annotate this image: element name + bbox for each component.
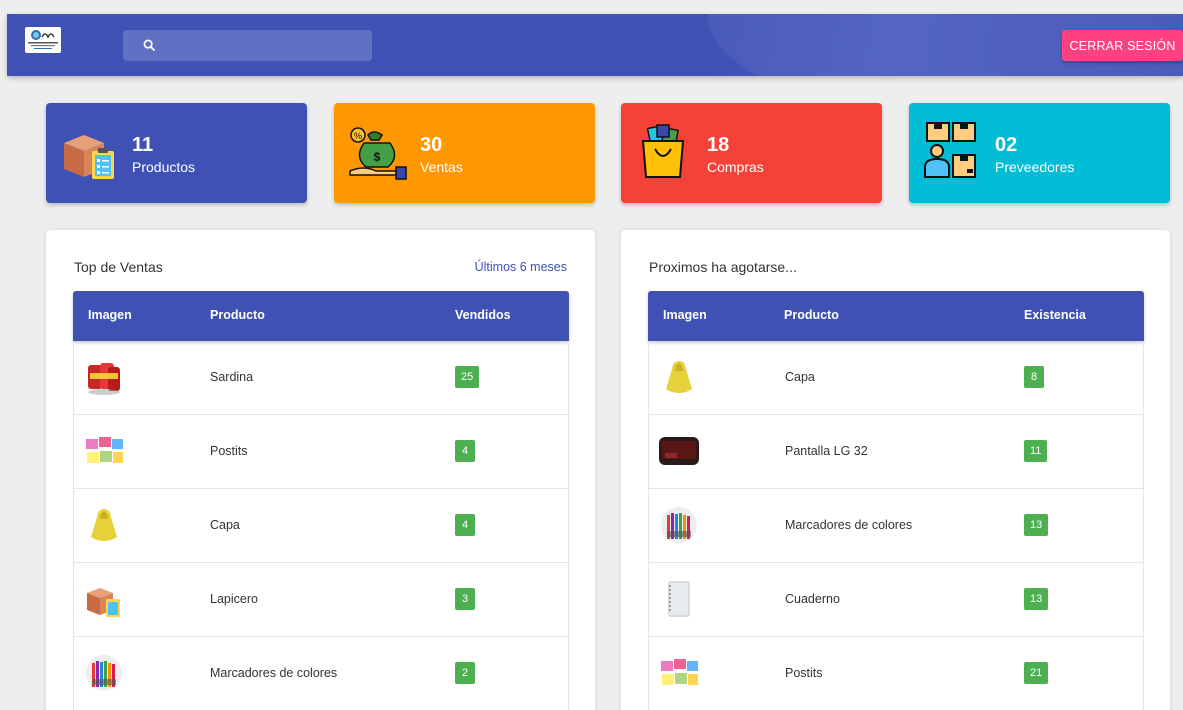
product-image (659, 653, 699, 693)
product-image (84, 357, 124, 397)
search-icon[interactable] (143, 39, 156, 52)
count-badge: 13 (1024, 514, 1049, 536)
stat-value: 30 (420, 134, 443, 156)
count-badge: 11 (1024, 440, 1048, 462)
money-bag-hand-icon: $ % (349, 127, 407, 180)
count-badge: 13 (1024, 588, 1049, 610)
table-row[interactable]: Capa 4 (73, 489, 569, 563)
product-image (659, 431, 699, 471)
product-image (659, 505, 699, 545)
product-name: Pantalla LG 32 (785, 444, 868, 458)
product-image (84, 653, 124, 693)
panel-title: Proximos ha agotarse... (649, 259, 797, 275)
supplier-boxes-icon (924, 122, 976, 178)
count-badge: 25 (455, 366, 480, 388)
column-header-stock: Existencia (1024, 308, 1086, 322)
column-header-image: Imagen (88, 308, 132, 322)
count-badge: 21 (1024, 662, 1049, 684)
table-row[interactable]: Pantalla LG 32 11 (648, 415, 1144, 489)
stat-card-compras[interactable]: 18 Compras (621, 103, 882, 203)
column-header-product: Producto (784, 308, 839, 322)
table-row[interactable]: Lapicero 3 (73, 563, 569, 637)
product-image (659, 357, 699, 397)
panel-title: Top de Ventas (74, 259, 163, 275)
table-header: Imagen Producto Vendidos (73, 291, 569, 341)
product-name: Postits (210, 444, 248, 458)
stat-value: 18 (707, 134, 730, 156)
table-row[interactable]: Cuaderno 13 (648, 563, 1144, 637)
product-image (659, 579, 699, 619)
logout-button[interactable]: CERRAR SESIÓN (1062, 30, 1183, 61)
svg-text:$: $ (374, 150, 381, 164)
product-name: Capa (785, 370, 815, 384)
table-row[interactable]: Sardina 25 (73, 341, 569, 415)
count-badge: 2 (455, 662, 475, 684)
table-row[interactable]: Marcadores de colores 2 (73, 637, 569, 710)
low-stock-panel: Proximos ha agotarse... Imagen Producto … (621, 230, 1170, 710)
column-header-sold: Vendidos (455, 308, 511, 322)
product-name: Marcadores de colores (210, 666, 338, 680)
table-body: Sardina 25 Postits 4 Capa 4 Lapicero 3 Marcadore… (73, 341, 569, 710)
top-navbar: CERRAR SESIÓN (7, 14, 1183, 76)
product-name: Sardina (210, 370, 254, 384)
count-badge: 4 (455, 440, 475, 462)
last-6-months-link[interactable]: Últimos 6 meses (475, 260, 567, 274)
product-name: Marcadores de colores (785, 518, 913, 532)
stat-card-productos[interactable]: 11 Productos (46, 103, 307, 203)
table-header: Imagen Producto Existencia (648, 291, 1144, 341)
stat-label: Compras (707, 159, 764, 175)
stat-label: Productos (132, 159, 196, 175)
column-header-product: Producto (210, 308, 265, 322)
table-body: Capa 8 Pantalla LG 32 11 Marcadores de color… (648, 341, 1144, 710)
top-sales-panel: Top de Ventas Últimos 6 meses Imagen Pro… (46, 230, 595, 710)
table-row[interactable]: Capa 8 (648, 341, 1144, 415)
product-image (84, 431, 124, 471)
count-badge: 4 (455, 514, 475, 536)
search-box[interactable] (123, 30, 372, 61)
product-name: Cuaderno (785, 592, 840, 606)
shopping-bag-icon (641, 124, 685, 178)
table-row[interactable]: Postits 21 (648, 637, 1144, 710)
stat-card-preveedores[interactable]: 02 Preveedores (909, 103, 1170, 203)
product-name: Lapicero (210, 592, 258, 606)
product-name: Postits (785, 666, 823, 680)
table-row[interactable]: Marcadores de colores 13 (648, 489, 1144, 563)
box-clipboard-icon (64, 135, 114, 179)
product-name: Capa (210, 518, 240, 532)
stat-card-ventas[interactable]: $ % 30 Ventas (334, 103, 595, 203)
column-header-image: Imagen (663, 308, 707, 322)
stat-value: 02 (995, 134, 1018, 156)
product-image (84, 505, 124, 545)
table-row[interactable]: Postits 4 (73, 415, 569, 489)
product-image (84, 579, 124, 619)
count-badge: 3 (455, 588, 475, 610)
stat-value: 11 (132, 134, 154, 156)
stat-label: Preveedores (995, 159, 1075, 175)
stat-label: Ventas (420, 159, 463, 175)
company-logo[interactable] (25, 27, 61, 53)
count-badge: 8 (1024, 366, 1044, 388)
svg-text:%: % (354, 131, 362, 141)
